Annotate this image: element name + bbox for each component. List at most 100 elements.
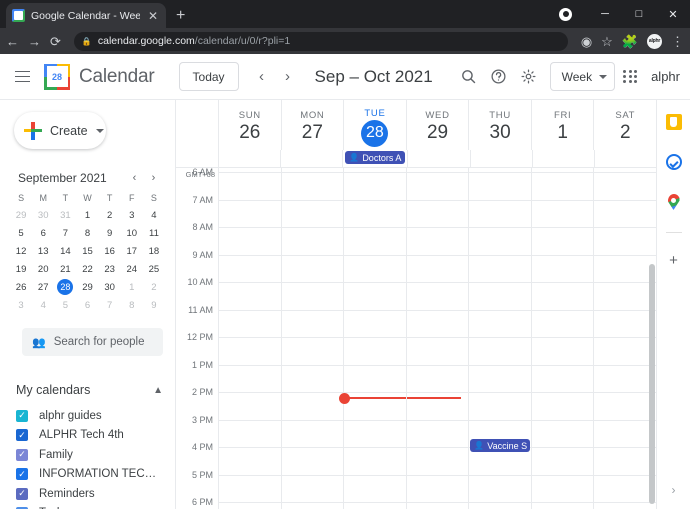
browser-menu-icon[interactable]: ⋮ [671, 35, 684, 48]
mini-calendar-day[interactable]: 19 [10, 260, 32, 278]
calendar-checkbox[interactable]: ✓ [16, 487, 28, 500]
mini-calendar-day[interactable]: 5 [10, 224, 32, 242]
mini-calendar-day[interactable]: 8 [121, 296, 143, 314]
mini-calendar-day[interactable]: 29 [10, 206, 32, 224]
day-column-mon[interactable] [280, 168, 344, 509]
day-columns[interactable]: 👤 Vaccine S [218, 168, 656, 509]
new-tab-button[interactable]: + [176, 8, 185, 24]
close-icon[interactable]: ✕ [146, 10, 160, 22]
mini-calendar-day[interactable]: 20 [32, 260, 54, 278]
calendar-checkbox[interactable]: ✓ [16, 429, 28, 442]
mini-calendar-day[interactable]: 26 [10, 278, 32, 296]
day-header-sat[interactable]: SAT 2 [593, 100, 656, 150]
view-selector-dropdown[interactable]: Week [549, 62, 616, 91]
mini-calendar-prev-icon[interactable]: ‹ [125, 168, 144, 187]
chevron-up-icon[interactable]: ▲ [153, 385, 163, 396]
search-icon[interactable] [454, 62, 484, 92]
mini-calendar-day[interactable]: 9 [143, 296, 165, 314]
profile-avatar[interactable]: alphr [647, 33, 662, 49]
mini-calendar-day[interactable]: 9 [99, 224, 121, 242]
mini-calendar-day[interactable]: 2 [99, 206, 121, 224]
timed-event-chip[interactable]: 👤 Vaccine S [470, 439, 530, 452]
day-header-tue[interactable]: TUE 28 [343, 100, 406, 150]
mini-calendar-day[interactable]: 2 [143, 278, 165, 296]
mini-calendar-day[interactable]: 21 [54, 260, 76, 278]
mini-calendar-day[interactable]: 5 [54, 296, 76, 314]
mini-calendar-day[interactable]: 24 [121, 260, 143, 278]
calendar-checkbox[interactable]: ✓ [16, 448, 28, 461]
browser-tab[interactable]: Google Calendar - Week of Septe ✕ [6, 3, 166, 28]
forward-icon[interactable]: → [28, 35, 41, 48]
mini-calendar-day[interactable]: 7 [54, 224, 76, 242]
mini-calendar-day[interactable]: 1 [76, 206, 98, 224]
google-maps-icon[interactable] [664, 192, 684, 212]
day-column-thu[interactable]: 👤 Vaccine S [468, 168, 531, 509]
calendar-list-item[interactable]: ✓ alphr guides [16, 406, 163, 426]
mini-calendar-day[interactable]: 23 [99, 260, 121, 278]
timed-event[interactable]: 👤 Vaccine S [470, 439, 530, 452]
address-bar[interactable]: 🔒 calendar.google.com/calendar/u/0/r?pli… [73, 31, 568, 51]
mini-calendar-day[interactable]: 4 [32, 296, 54, 314]
mini-calendar-day[interactable]: 11 [143, 224, 165, 242]
maximize-button[interactable]: □ [622, 0, 656, 28]
all-day-cell[interactable] [407, 150, 469, 167]
day-header-wed[interactable]: WED 29 [405, 100, 469, 150]
previous-week-icon[interactable]: ‹ [249, 64, 275, 90]
reader-mode-icon[interactable]: ◉ [581, 35, 592, 48]
all-day-event-chip[interactable]: 👤 Doctors A [345, 151, 406, 164]
calendar-list-item[interactable]: ✓Tasks [16, 504, 163, 509]
settings-gear-icon[interactable] [514, 62, 544, 92]
mini-calendar-day[interactable]: 29 [76, 278, 98, 296]
calendar-list-item[interactable]: ✓ Reminders [16, 484, 163, 504]
vertical-scrollbar[interactable] [649, 264, 655, 504]
google-apps-grid-icon[interactable] [615, 62, 645, 92]
mini-calendar-day[interactable]: 17 [121, 242, 143, 260]
google-tasks-icon[interactable] [664, 152, 684, 172]
all-day-cell[interactable] [218, 150, 280, 167]
calendar-checkbox[interactable]: ✓ [16, 468, 28, 481]
all-day-cell[interactable]: 👤 Doctors A [342, 150, 407, 167]
minimize-button[interactable]: ─ [588, 0, 622, 28]
all-day-cell[interactable] [280, 150, 342, 167]
day-header-thu[interactable]: THU 30 [468, 100, 531, 150]
calendar-list-item[interactable]: ✓ Family [16, 445, 163, 465]
calendar-list-item[interactable]: ✓ ALPHR Tech 4th [16, 426, 163, 446]
bookmark-star-icon[interactable]: ☆ [601, 35, 613, 48]
mini-calendar-day[interactable]: 10 [121, 224, 143, 242]
day-column-wed[interactable] [405, 168, 469, 509]
day-column-sat[interactable] [593, 168, 656, 509]
mini-calendar-day[interactable]: 1 [121, 278, 143, 296]
mini-calendar-day[interactable]: 13 [32, 242, 54, 260]
expand-panel-icon[interactable]: › [672, 483, 676, 497]
time-grid-scroll-area[interactable]: GMT+08 6 AM 7 AM 8 AM 9 AM 10 AM 11 AM 12 PM 1 … [176, 168, 656, 509]
mini-calendar-day[interactable]: 4 [143, 206, 165, 224]
mini-calendar-day[interactable]: 30 [99, 278, 121, 296]
my-calendars-header[interactable]: My calendars ▲ [16, 378, 163, 402]
calendar-list-item[interactable]: ✓ INFORMATION TECH IV- C... [16, 465, 163, 485]
mini-calendar-day[interactable]: 15 [76, 242, 98, 260]
mini-calendar-day[interactable]: 6 [76, 296, 98, 314]
day-column-fri[interactable] [530, 168, 594, 509]
mini-calendar-day[interactable]: 3 [10, 296, 32, 314]
mini-calendar-day[interactable]: 18 [143, 242, 165, 260]
day-header-sun[interactable]: SUN 26 [218, 100, 281, 150]
account-label[interactable]: alphr [651, 69, 680, 84]
mini-calendar-day[interactable]: 16 [99, 242, 121, 260]
add-addon-button[interactable]: + [669, 253, 678, 268]
day-header-fri[interactable]: FRI 1 [530, 100, 594, 150]
mini-calendar-day[interactable]: 30 [32, 206, 54, 224]
help-icon[interactable] [484, 62, 514, 92]
mini-calendar-day[interactable]: 3 [121, 206, 143, 224]
today-button[interactable]: Today [178, 62, 239, 91]
all-day-cell[interactable] [593, 150, 656, 167]
day-column-tue[interactable] [339, 168, 462, 509]
next-week-icon[interactable]: › [275, 64, 301, 90]
mini-calendar-day[interactable]: 22 [76, 260, 98, 278]
mini-calendar-day[interactable]: 12 [10, 242, 32, 260]
all-day-cell[interactable] [469, 150, 532, 167]
mini-calendar-day[interactable]: 14 [54, 242, 76, 260]
mini-calendar-day[interactable]: 6 [32, 224, 54, 242]
reload-icon[interactable]: ⟳ [50, 35, 61, 48]
all-day-cell[interactable] [531, 150, 594, 167]
mini-calendar-day[interactable]: 31 [54, 206, 76, 224]
